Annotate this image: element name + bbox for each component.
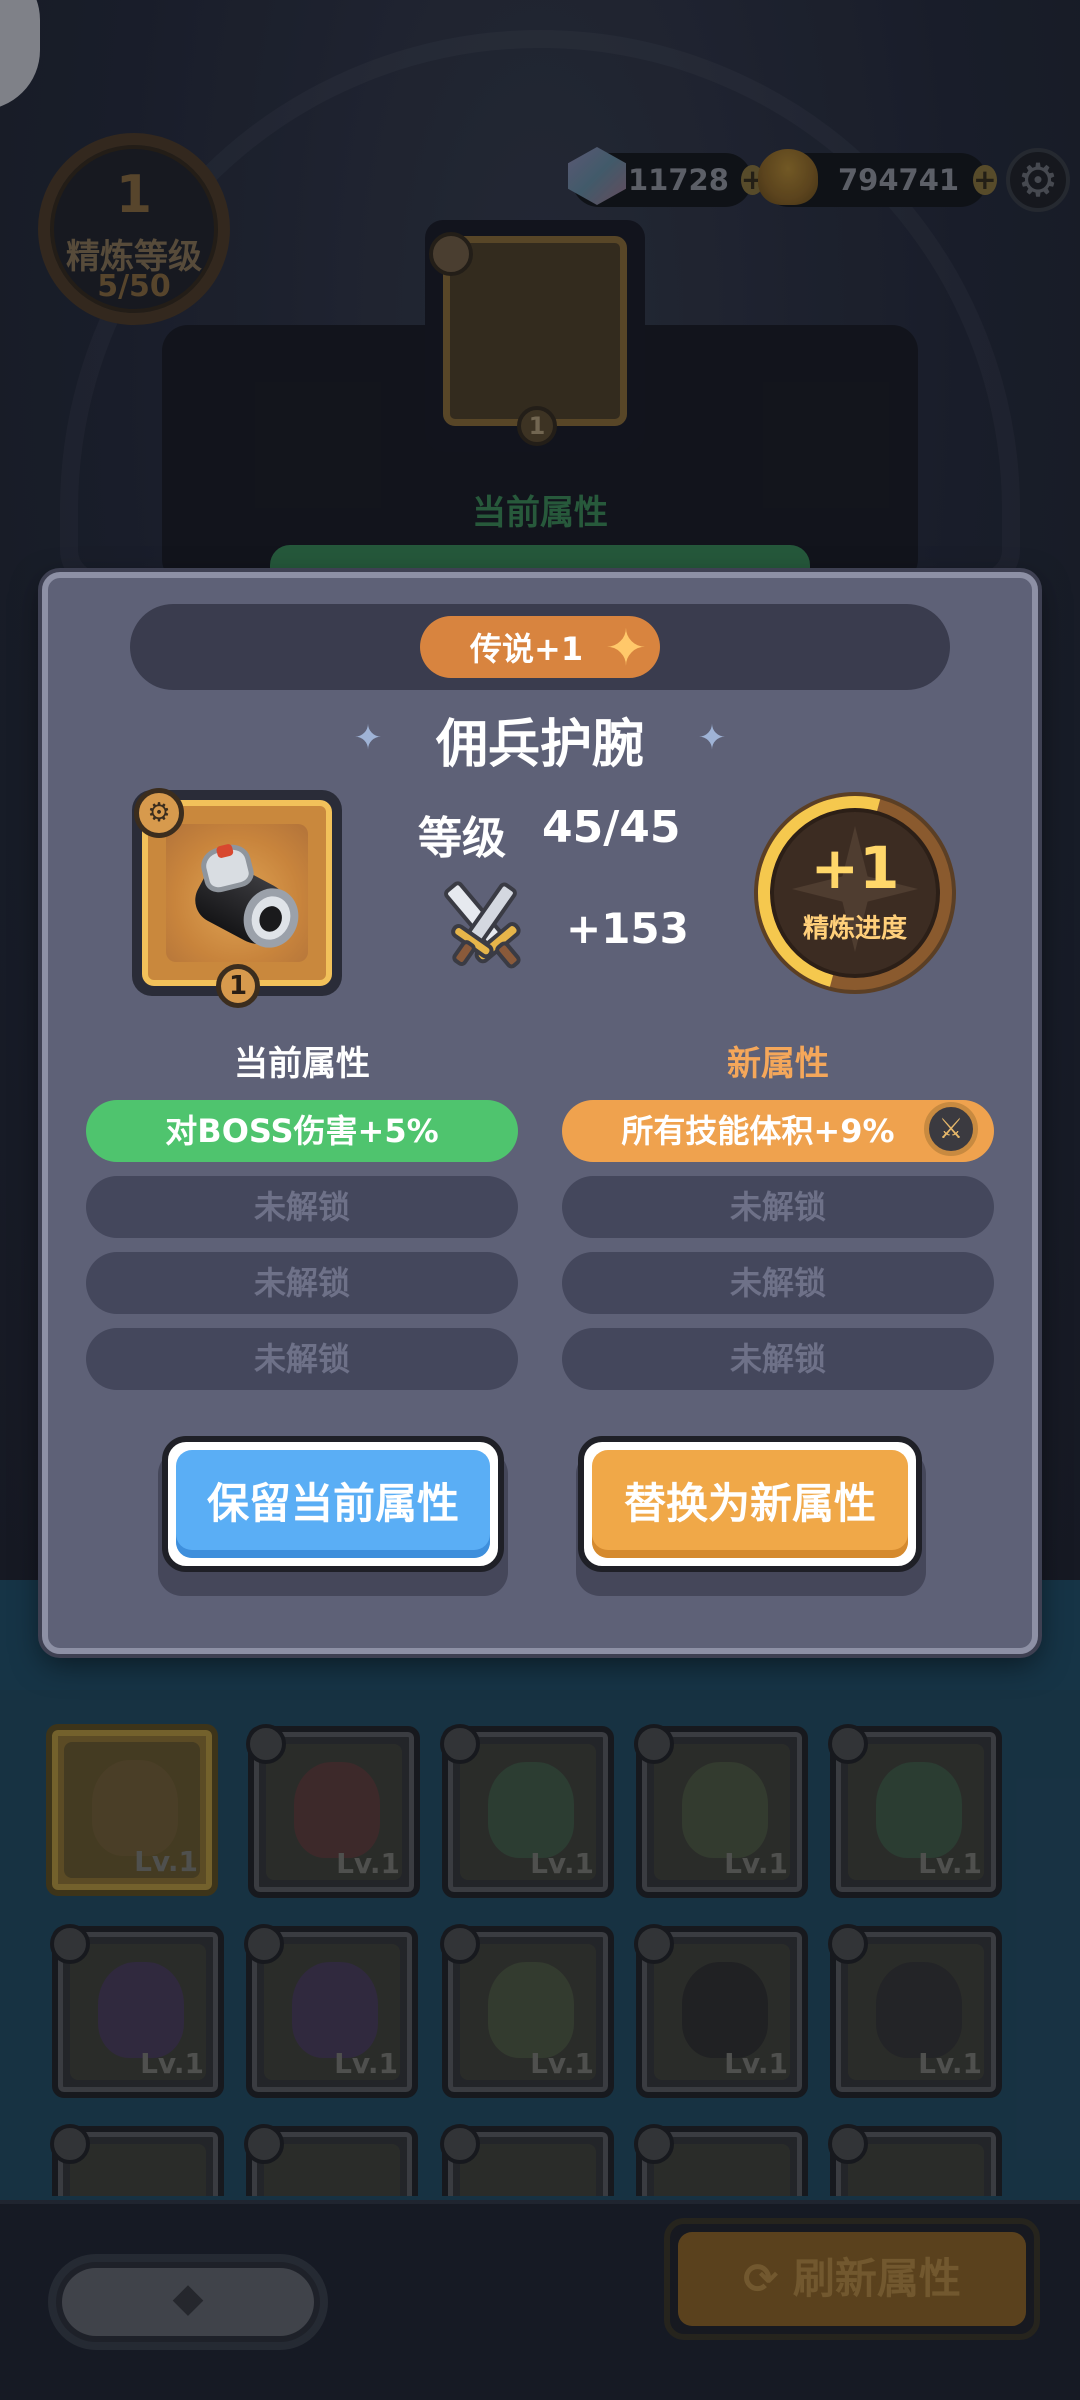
new-attr-2-locked: 未解锁	[562, 1176, 994, 1238]
replace-with-new-attributes-button[interactable]: 替换为新属性	[578, 1436, 922, 1572]
item-level-badge: 1	[216, 964, 260, 1008]
attack-value: +153	[566, 904, 689, 953]
replace-button-label: 替换为新属性	[592, 1450, 908, 1558]
item-type-icon: ⚙	[134, 788, 184, 838]
current-attr-2-locked: 未解锁	[86, 1176, 518, 1238]
attack-swords-icon	[444, 881, 521, 969]
new-attr-4-locked: 未解锁	[562, 1328, 994, 1390]
ornament-left-icon: ✦	[353, 718, 383, 758]
ornament-right-icon: ✦	[697, 718, 727, 758]
keep-current-attributes-button[interactable]: 保留当前属性	[162, 1436, 504, 1572]
current-attr-1: 对BOSS伤害+5%	[86, 1100, 518, 1162]
level-value: 45/45	[542, 802, 681, 853]
current-attr-3-locked: 未解锁	[86, 1252, 518, 1314]
new-attributes-title: 新属性	[727, 1044, 829, 1084]
new-attr-3-locked: 未解锁	[562, 1252, 994, 1314]
current-attributes-title: 当前属性	[234, 1044, 370, 1084]
level-label: 等级	[418, 813, 506, 864]
item-name: 佣兵护腕	[435, 715, 644, 775]
refine-progress-label: 精炼进度	[802, 914, 907, 944]
refine-progress-value: +1	[810, 834, 900, 902]
skill-sword-icon: ⚔	[924, 1102, 978, 1156]
bracer-icon	[166, 824, 308, 962]
sparkle-icon: ✦	[605, 619, 647, 677]
keep-button-label: 保留当前属性	[176, 1450, 490, 1558]
current-attr-4-locked: 未解锁	[86, 1328, 518, 1390]
refine-progress-badge: +1 精炼进度	[722, 760, 988, 1026]
